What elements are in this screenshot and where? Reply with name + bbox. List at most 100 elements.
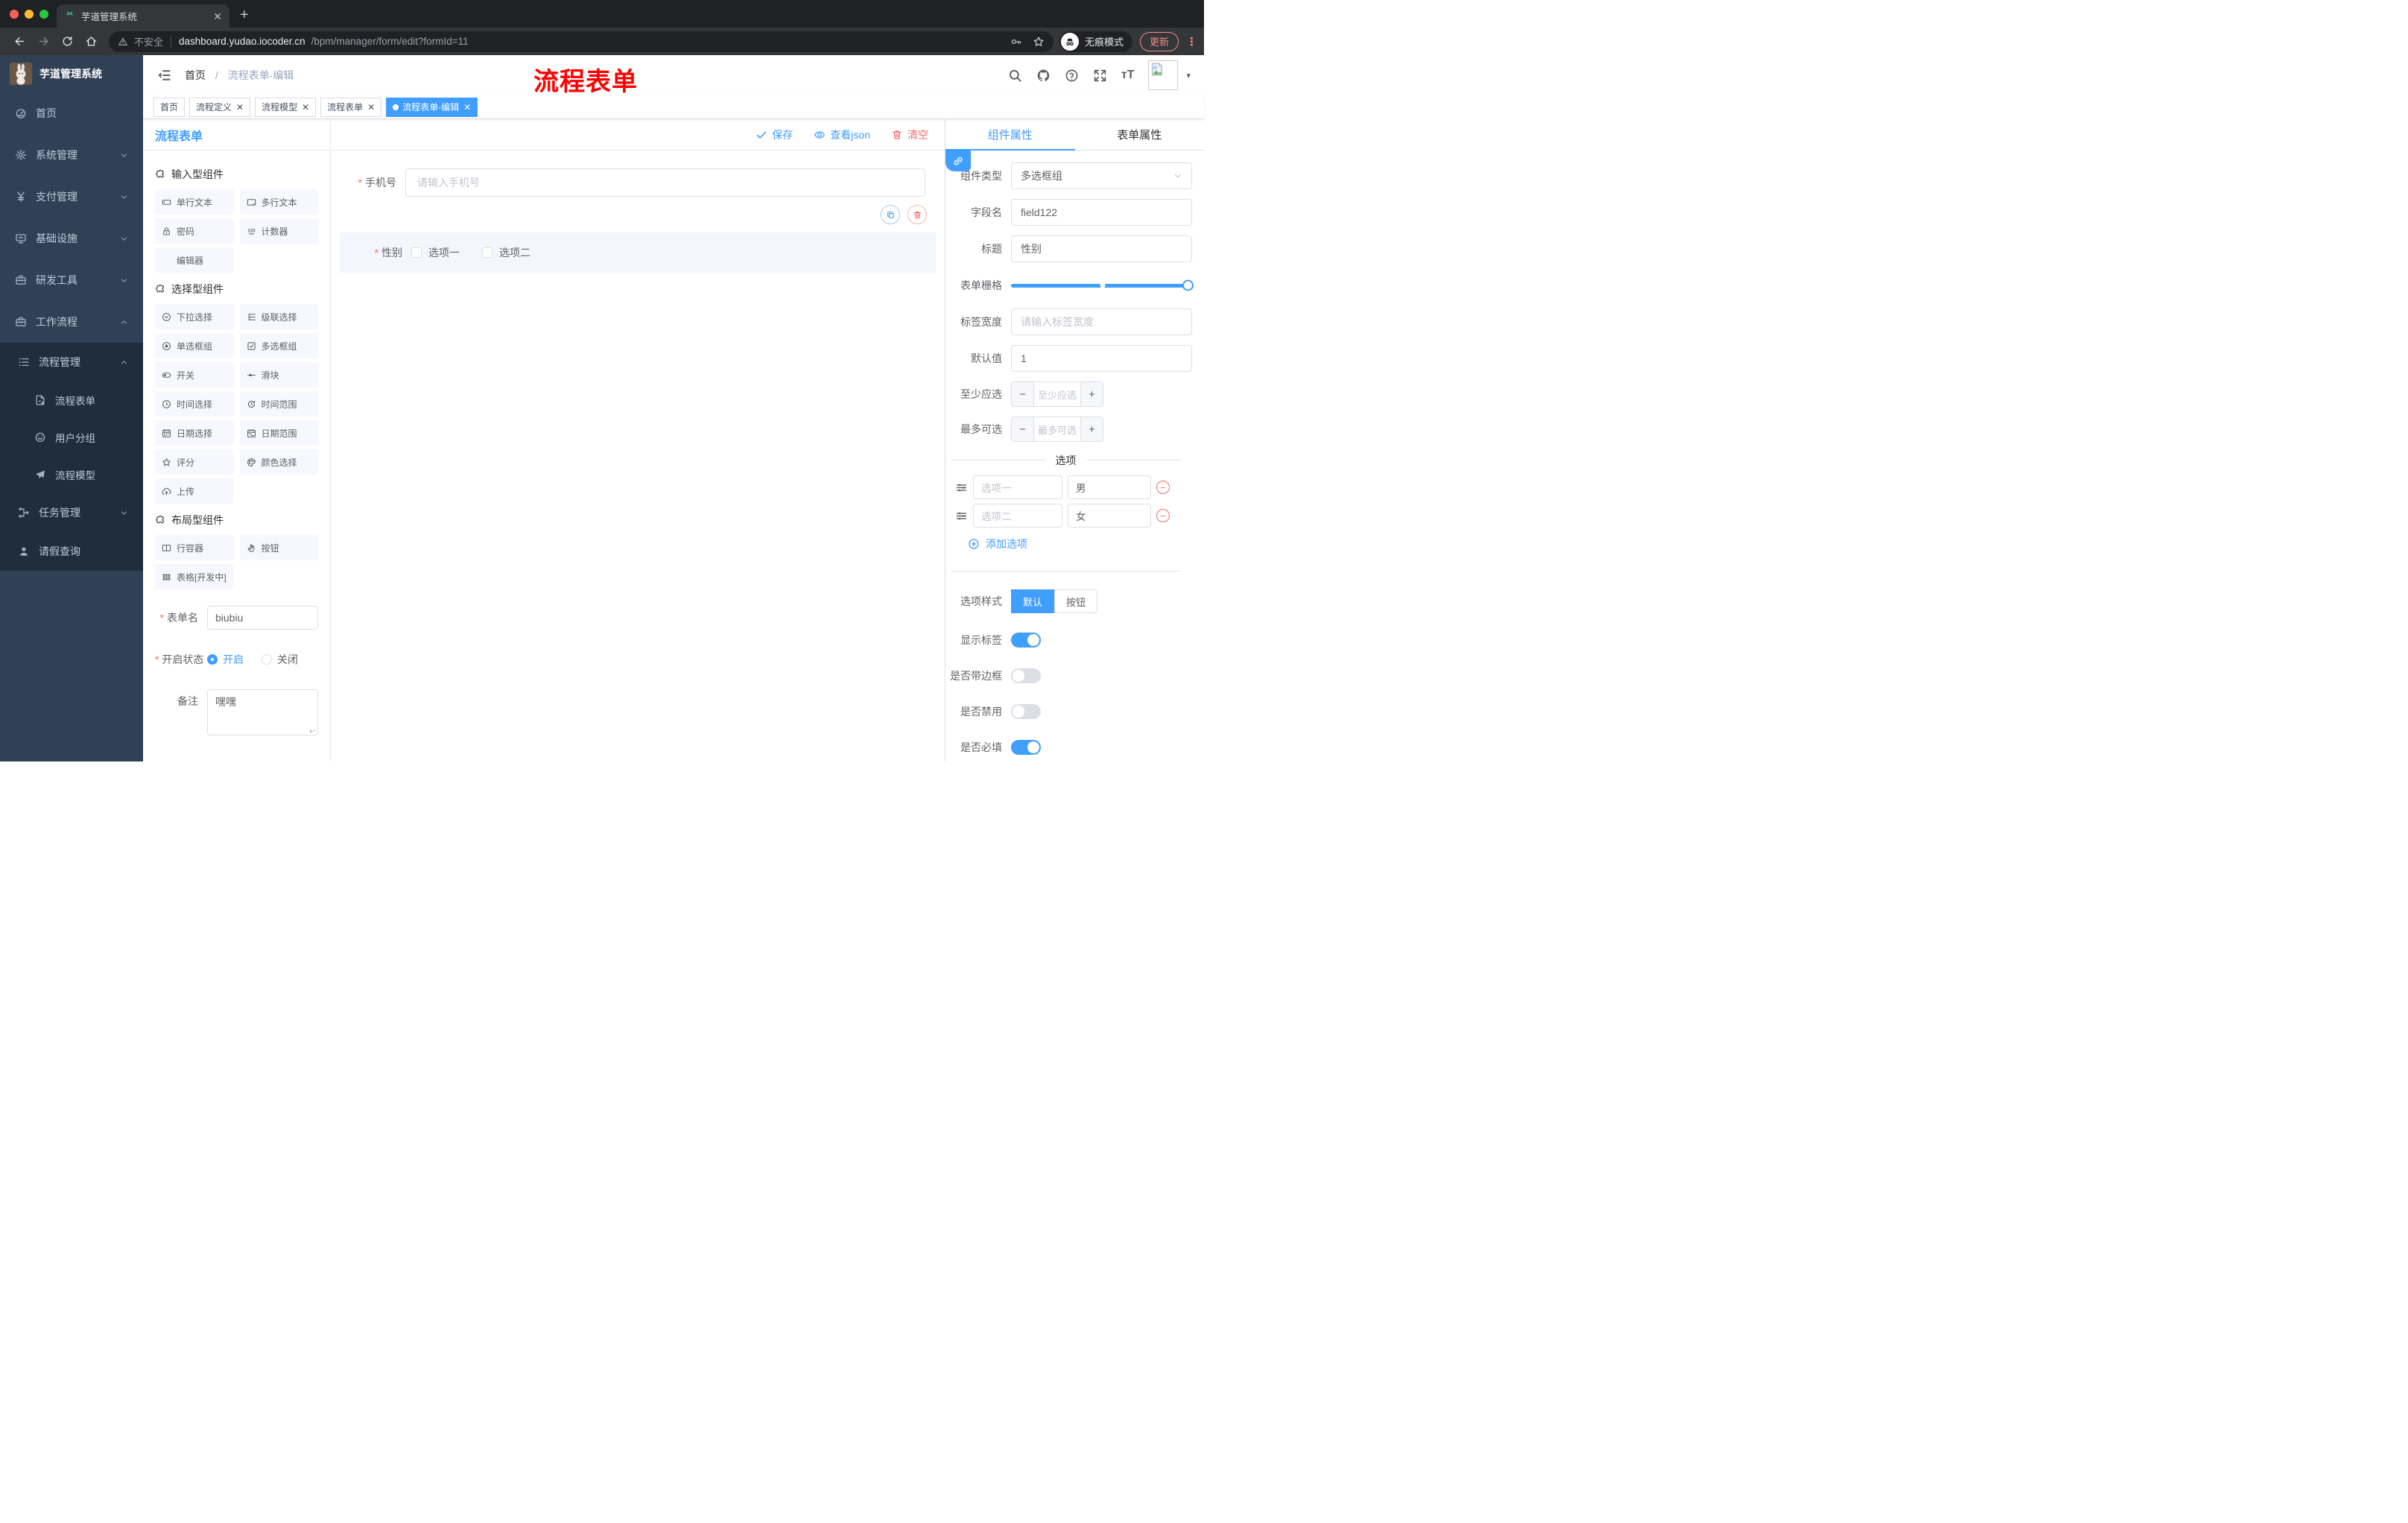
toggle-switch[interactable] xyxy=(1011,740,1041,755)
link-tag-button[interactable] xyxy=(945,151,971,171)
component-chip[interactable]: 多选框组 xyxy=(239,333,318,358)
home-button[interactable] xyxy=(81,32,101,51)
decrease-button[interactable]: − xyxy=(1012,417,1033,441)
browser-tab[interactable]: 芋道管理系统 ✕ xyxy=(57,4,229,28)
duplicate-component-button[interactable] xyxy=(881,205,900,224)
increase-button[interactable]: + xyxy=(1081,382,1103,406)
checkbox-icon[interactable] xyxy=(482,247,492,258)
default-value-input[interactable]: 1 xyxy=(1011,345,1192,372)
minimize-window-button[interactable] xyxy=(25,10,34,19)
toggle-switch[interactable] xyxy=(1011,633,1041,647)
component-chip[interactable]: 行容器 xyxy=(155,535,234,560)
component-chip[interactable]: 123 计数器 xyxy=(239,218,318,244)
sidebar-menu-item[interactable]: 研发工具 xyxy=(0,259,143,301)
delete-component-button[interactable] xyxy=(907,205,927,224)
sidebar-submenu-item[interactable]: 任务管理 xyxy=(0,493,143,532)
component-chip[interactable]: 颜色选择 xyxy=(239,449,318,475)
tab-close-icon[interactable]: ✕ xyxy=(213,11,222,22)
sidebar-fold-icon[interactable] xyxy=(156,68,171,83)
status-radio-off[interactable]: 关闭 xyxy=(262,647,298,671)
component-chip[interactable]: 日期选择 xyxy=(155,420,234,446)
selected-component-gender[interactable]: 性别 选项一 选项二 xyxy=(340,205,936,273)
reload-button[interactable] xyxy=(57,32,77,51)
remove-option-button[interactable]: − xyxy=(1156,481,1170,494)
close-window-button[interactable] xyxy=(10,10,19,19)
new-tab-button[interactable]: + xyxy=(240,7,249,22)
clear-button[interactable]: 清空 xyxy=(891,127,928,142)
status-radio-on[interactable]: 开启 xyxy=(207,647,244,671)
browser-menu-icon[interactable]: ⋮ xyxy=(1186,35,1197,48)
max-select-input[interactable]: 最多可选 xyxy=(1033,417,1081,441)
component-chip[interactable]: 表格[开发中] xyxy=(155,564,234,589)
view-json-button[interactable]: 查看json xyxy=(814,127,870,142)
fullscreen-icon[interactable] xyxy=(1093,69,1107,83)
sidebar-submenu-item[interactable]: 用户分组 xyxy=(0,419,143,456)
slider-track[interactable] xyxy=(1011,279,1194,291)
toggle-switch[interactable] xyxy=(1011,704,1041,719)
component-chip[interactable]: 按钮 xyxy=(239,535,318,560)
component-chip[interactable]: 时间范围 xyxy=(239,391,318,417)
save-button[interactable]: 保存 xyxy=(755,127,793,142)
component-chip[interactable]: 开关 xyxy=(155,362,234,387)
app-logo-row[interactable]: 芋道管理系统 xyxy=(0,55,143,92)
page-tag[interactable]: 首页 xyxy=(153,97,186,117)
search-icon[interactable] xyxy=(1008,69,1022,83)
min-select-input[interactable]: 至少应选 xyxy=(1033,382,1081,406)
page-tag[interactable]: 流程模型 ✕ xyxy=(255,97,317,117)
bookmark-star-icon[interactable] xyxy=(1033,36,1045,48)
avatar-caret-icon[interactable]: ▾ xyxy=(1186,71,1191,80)
tag-close-icon[interactable]: ✕ xyxy=(367,103,375,112)
forward-button[interactable] xyxy=(34,32,53,51)
checkbox-option[interactable]: 选项二 xyxy=(482,245,530,260)
sidebar-menu-item[interactable]: 支付管理 xyxy=(0,176,143,218)
toggle-switch[interactable] xyxy=(1011,668,1041,683)
component-chip[interactable]: 单选框组 xyxy=(155,333,234,358)
title-input[interactable]: 性别 xyxy=(1011,235,1192,262)
field-name-input[interactable]: field122 xyxy=(1011,199,1192,226)
add-option-button[interactable]: 添加选项 xyxy=(968,536,1192,551)
sidebar-submenu-item[interactable]: 流程表单 xyxy=(0,381,143,419)
checkbox-icon[interactable] xyxy=(411,247,422,258)
drag-handle-icon[interactable] xyxy=(955,510,968,522)
sidebar-menu-item[interactable]: 基础设施 xyxy=(0,218,143,259)
label-width-input[interactable]: 请输入标签宽度 xyxy=(1011,308,1192,335)
sidebar-submenu-item[interactable]: 流程管理 xyxy=(0,343,143,381)
component-chip[interactable]: 级联选择 xyxy=(239,304,318,329)
remark-textarea[interactable]: 嘿嘿 xyxy=(207,689,318,735)
phone-input[interactable]: 请输入手机号 xyxy=(405,168,925,197)
property-tab[interactable]: 表单属性 xyxy=(1074,119,1204,151)
update-button[interactable]: 更新 xyxy=(1139,31,1179,51)
slider-handle[interactable] xyxy=(1182,279,1194,291)
breadcrumb-home[interactable]: 首页 xyxy=(185,69,206,81)
font-size-icon[interactable]: ᴛT xyxy=(1121,69,1135,82)
github-icon[interactable] xyxy=(1036,69,1051,83)
sidebar-menu-item[interactable]: 系统管理 xyxy=(0,134,143,176)
component-type-select[interactable]: 多选框组 xyxy=(1011,162,1192,189)
drag-handle-icon[interactable] xyxy=(955,481,968,494)
page-tag[interactable]: 流程表单-编辑 ✕ xyxy=(386,97,478,117)
component-chip[interactable]: 日期范围 xyxy=(239,420,318,446)
form-grid-slider[interactable] xyxy=(1011,272,1194,299)
option-style-choice[interactable]: 默认 xyxy=(1011,589,1055,613)
phone-field-row[interactable]: 手机号 请输入手机号 xyxy=(340,168,936,197)
component-chip[interactable]: 单行文本 xyxy=(155,189,234,215)
decrease-button[interactable]: − xyxy=(1012,382,1033,406)
increase-button[interactable]: + xyxy=(1081,417,1103,441)
component-chip[interactable]: 时间选择 xyxy=(155,391,234,417)
tag-close-icon[interactable]: ✕ xyxy=(463,103,471,112)
component-chip[interactable]: 密码 xyxy=(155,218,234,244)
sidebar-menu-item[interactable]: 首页 xyxy=(0,92,143,134)
back-button[interactable] xyxy=(10,32,29,51)
option-value-input[interactable]: 男 xyxy=(1068,475,1151,499)
component-chip[interactable]: 多行文本 xyxy=(239,189,318,215)
security-warning-icon[interactable] xyxy=(118,37,128,47)
option-style-choice[interactable]: 按钮 xyxy=(1054,589,1098,613)
component-chip[interactable]: 上传 xyxy=(155,478,234,504)
component-chip[interactable]: 下拉选择 xyxy=(155,304,234,329)
checkbox-option[interactable]: 选项一 xyxy=(411,245,460,260)
option-label-input[interactable]: 选项一 xyxy=(973,475,1062,499)
component-chip[interactable]: 滑块 xyxy=(239,362,318,387)
component-chip[interactable]: 评分 xyxy=(155,449,234,475)
sidebar-submenu-item[interactable]: 流程模型 xyxy=(0,456,143,493)
sidebar-submenu-item[interactable]: 请假查询 xyxy=(0,532,143,571)
